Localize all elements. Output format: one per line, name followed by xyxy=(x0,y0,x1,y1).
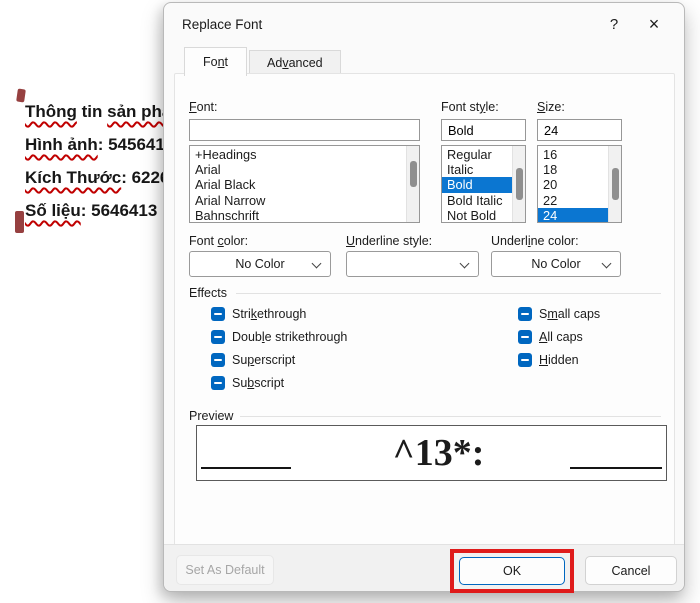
preview-box: ^13*: xyxy=(196,425,667,481)
effect-label: Hidden xyxy=(539,353,579,367)
scrollbar[interactable] xyxy=(512,146,525,222)
preview-divider xyxy=(240,416,661,417)
preview-group-label: Preview xyxy=(189,409,233,423)
underline-color-dropdown[interactable]: No Color xyxy=(491,251,621,277)
list-option[interactable]: Arial Narrow xyxy=(190,193,406,208)
checkbox-indeterminate-icon[interactable] xyxy=(211,376,225,390)
effects-divider xyxy=(236,293,661,294)
replace-font-dialog: Replace Font ? × FontAdvanced Font: Font… xyxy=(163,2,685,592)
dialog-title: Replace Font xyxy=(182,17,594,32)
font-color-dropdown[interactable]: No Color xyxy=(189,251,331,277)
scrollbar-thumb[interactable] xyxy=(612,168,619,200)
effect-double-strikethrough[interactable]: Double strikethrough xyxy=(211,330,347,344)
misspelled-text: Thông xyxy=(25,102,77,121)
annotation-highlight-box: OK xyxy=(450,549,574,593)
checkbox-indeterminate-icon[interactable] xyxy=(211,353,225,367)
effect-subscript[interactable]: Subscript xyxy=(211,376,347,390)
effect-superscript[interactable]: Superscript xyxy=(211,353,347,367)
list-option[interactable]: 24 xyxy=(538,208,608,223)
document-text-part: : 545641 xyxy=(98,135,165,154)
close-icon[interactable]: × xyxy=(634,9,674,39)
tab-strip: FontAdvanced xyxy=(184,47,343,76)
font-input[interactable] xyxy=(189,119,420,141)
list-option[interactable]: Arial Black xyxy=(190,177,406,192)
list-option[interactable]: Bold Italic xyxy=(442,193,512,208)
list-option[interactable]: 16 xyxy=(538,147,608,162)
list-option[interactable]: 20 xyxy=(538,177,608,192)
list-option[interactable]: 18 xyxy=(538,162,608,177)
effects-column-left: Strikethrough Double strikethrough Supersc… xyxy=(211,307,347,390)
list-option[interactable]: Bahnschrift xyxy=(190,208,406,223)
document-text-part: tin xyxy=(77,102,107,121)
font-label: Font: xyxy=(189,100,218,114)
underline-color-label: Underline color: xyxy=(491,234,579,248)
effect-small-caps[interactable]: Small caps xyxy=(518,307,600,321)
effect-label: All caps xyxy=(539,330,583,344)
dialog-footer: Set As Default OK Cancel xyxy=(164,544,684,591)
help-icon[interactable]: ? xyxy=(594,9,634,39)
set-as-default-button[interactable]: Set As Default xyxy=(176,555,274,585)
size-listbox[interactable]: 1618202224 xyxy=(537,145,622,223)
chevron-down-icon xyxy=(460,259,470,269)
preview-underline-right xyxy=(570,467,662,469)
effect-label: Superscript xyxy=(232,353,295,367)
font-style-input[interactable] xyxy=(441,119,526,141)
list-option[interactable]: Italic xyxy=(442,162,512,177)
preview-text: ^13*: xyxy=(393,434,485,472)
list-option[interactable]: Not Bold xyxy=(442,208,512,223)
chevron-down-icon xyxy=(312,259,322,269)
effect-all-caps[interactable]: All caps xyxy=(518,330,600,344)
document-text-part: : 5646413 xyxy=(81,201,158,220)
list-option[interactable]: Arial xyxy=(190,162,406,177)
size-label: Size: xyxy=(537,100,565,114)
effect-label: Small caps xyxy=(539,307,600,321)
size-input[interactable] xyxy=(537,119,622,141)
font-color-value: No Color xyxy=(235,257,284,271)
checkbox-indeterminate-icon[interactable] xyxy=(518,330,532,344)
ok-button[interactable]: OK xyxy=(459,557,565,585)
list-option[interactable]: Regular xyxy=(442,147,512,162)
list-option[interactable]: +Headings xyxy=(190,147,406,162)
effects-group-label: Effects xyxy=(189,286,227,300)
preview-underline-left xyxy=(201,467,291,469)
tab-font[interactable]: Font xyxy=(184,47,247,76)
cancel-button[interactable]: Cancel xyxy=(585,556,677,585)
scrollbar-thumb[interactable] xyxy=(410,161,417,187)
dialog-titlebar: Replace Font ? × xyxy=(164,3,684,45)
checkbox-indeterminate-icon[interactable] xyxy=(211,330,225,344)
checkbox-indeterminate-icon[interactable] xyxy=(211,307,225,321)
underline-style-label: Underline style: xyxy=(346,234,432,248)
font-color-label: Font color: xyxy=(189,234,248,248)
chevron-down-icon xyxy=(602,259,612,269)
scrollbar[interactable] xyxy=(608,146,621,222)
effect-label: Subscript xyxy=(232,376,284,390)
underline-color-value: No Color xyxy=(531,257,580,271)
effect-strikethrough[interactable]: Strikethrough xyxy=(211,307,347,321)
list-option[interactable]: Bold xyxy=(442,177,512,192)
underline-style-dropdown[interactable] xyxy=(346,251,479,277)
scrollbar-thumb[interactable] xyxy=(516,168,523,200)
effects-column-right: Small caps All caps Hidden xyxy=(518,307,600,367)
effect-label: Strikethrough xyxy=(232,307,306,321)
misspelled-text: Số liệu xyxy=(25,201,81,220)
font-style-listbox[interactable]: RegularItalicBoldBold ItalicNot Bold xyxy=(441,145,526,223)
checkbox-indeterminate-icon[interactable] xyxy=(518,353,532,367)
checkbox-indeterminate-icon[interactable] xyxy=(518,307,532,321)
document-edge-fragment xyxy=(15,211,24,233)
misspelled-text: Kích Thước xyxy=(25,168,121,187)
effect-hidden[interactable]: Hidden xyxy=(518,353,600,367)
font-listbox[interactable]: +HeadingsArialArial BlackArial NarrowBah… xyxy=(189,145,420,223)
effect-label: Double strikethrough xyxy=(232,330,347,344)
document-edge-fragment xyxy=(16,89,26,103)
font-style-label: Font style: xyxy=(441,100,499,114)
misspelled-text: Hình ảnh xyxy=(25,135,98,154)
list-option[interactable]: 22 xyxy=(538,193,608,208)
scrollbar[interactable] xyxy=(406,146,419,222)
